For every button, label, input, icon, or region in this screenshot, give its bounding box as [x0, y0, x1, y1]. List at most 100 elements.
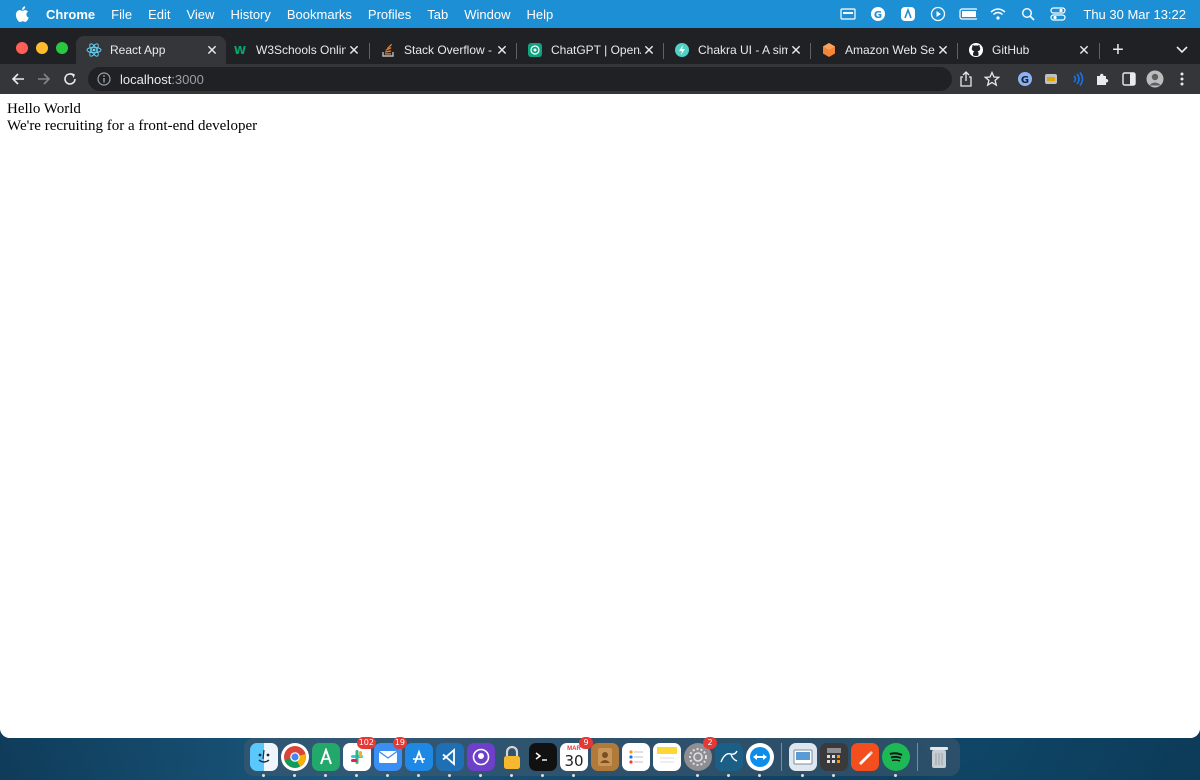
browser-window: React App ✕ W W3Schools Online W ✕ Stack… [0, 28, 1200, 738]
terminal-icon[interactable] [529, 743, 557, 777]
tab-separator [1099, 43, 1100, 59]
tab-aws[interactable]: Amazon Web Servic ✕ [811, 36, 957, 64]
chrome-icon[interactable] [281, 743, 309, 777]
dock-separator [917, 743, 918, 771]
extension-icon[interactable] [1041, 69, 1061, 89]
extensions-puzzle-icon[interactable] [1093, 69, 1113, 89]
dock-separator [781, 743, 782, 771]
keyboard-input-icon[interactable] [839, 6, 857, 22]
menu-file[interactable]: File [103, 7, 140, 22]
menu-view[interactable]: View [178, 7, 222, 22]
menu-help[interactable]: Help [519, 7, 562, 22]
lock-icon[interactable] [498, 743, 526, 777]
trash-icon[interactable] [925, 743, 953, 771]
preview-icon[interactable] [789, 743, 817, 777]
tab-close-icon[interactable]: ✕ [935, 42, 951, 58]
finder-icon[interactable] [250, 743, 278, 777]
control-center-icon[interactable] [1049, 6, 1067, 22]
dock: 102 19 MAR 30 9 2 [244, 737, 960, 777]
tab-title: Amazon Web Servic [845, 43, 935, 57]
grammarly-icon[interactable]: G [869, 6, 887, 22]
browser-toolbar: localhost:3000 G [0, 64, 1200, 94]
menu-edit[interactable]: Edit [140, 7, 178, 22]
forward-icon[interactable] [34, 69, 54, 89]
tab-title: Chakra UI - A simple [698, 43, 788, 57]
tab-github[interactable]: GitHub ✕ [958, 36, 1098, 64]
tab-w3schools[interactable]: W W3Schools Online W ✕ [222, 36, 368, 64]
notification-badge: 102 [356, 737, 376, 749]
app-store-status-icon[interactable] [899, 6, 917, 22]
chakra-icon [674, 42, 690, 58]
tab-title: React App [110, 43, 166, 57]
slack-icon[interactable]: 102 [343, 737, 376, 777]
wireless-extension-icon[interactable] [1067, 69, 1087, 89]
tab-title: Stack Overflow - Wh [404, 43, 494, 57]
contacts-icon[interactable] [591, 743, 619, 771]
w3schools-icon: W [232, 42, 248, 58]
tab-close-icon[interactable]: ✕ [788, 42, 804, 58]
status-area: G Thu 30 Mar 13:22 [839, 0, 1186, 28]
back-icon[interactable] [8, 69, 28, 89]
sketch-pen-icon[interactable] [851, 743, 879, 771]
grammarly-extension-icon[interactable]: G [1015, 69, 1035, 89]
vscode-icon[interactable] [436, 743, 464, 777]
calendar-icon[interactable]: MAR 30 9 [560, 737, 593, 777]
page-content: Hello World We're recruiting for a front… [0, 94, 1200, 738]
search-icon[interactable] [1019, 6, 1037, 22]
window-close-button[interactable] [16, 42, 28, 54]
tab-close-icon[interactable]: ✕ [1076, 42, 1092, 58]
app-store-icon[interactable] [405, 743, 433, 777]
url-host: localhost [120, 71, 172, 87]
play-icon[interactable] [929, 6, 947, 22]
apple-icon[interactable] [14, 6, 30, 22]
tab-close-icon[interactable]: ✕ [204, 42, 220, 58]
wifi-icon[interactable] [989, 6, 1007, 22]
menu-history[interactable]: History [222, 7, 278, 22]
tab-close-icon[interactable]: ✕ [494, 42, 510, 58]
window-controls [16, 42, 68, 54]
calculator-icon[interactable] [820, 743, 848, 777]
tab-close-icon[interactable]: ✕ [346, 42, 362, 58]
chevron-down-icon[interactable] [1174, 42, 1190, 58]
hello-text: Hello World [7, 101, 81, 117]
menu-bar: Chrome File Edit View History Bookmarks … [0, 0, 1200, 28]
recruiting-text: We're recruiting for a front-end develop… [7, 118, 258, 134]
side-panel-icon[interactable] [1119, 69, 1139, 89]
teamviewer-icon[interactable] [746, 743, 774, 777]
notes-icon[interactable] [653, 743, 681, 771]
share-icon[interactable] [956, 69, 976, 89]
menu-tab[interactable]: Tab [419, 7, 456, 22]
menu-clock[interactable]: Thu 30 Mar 13:22 [1083, 7, 1186, 22]
window-minimize-button[interactable] [36, 42, 48, 54]
android-studio-icon[interactable] [312, 743, 340, 777]
site-info-icon[interactable] [96, 71, 112, 87]
mail-icon[interactable]: 19 [374, 737, 407, 777]
tab-stackoverflow[interactable]: Stack Overflow - Wh ✕ [370, 36, 516, 64]
profile-avatar[interactable] [1145, 69, 1165, 89]
bookmark-star-icon[interactable] [982, 69, 1002, 89]
battery-icon[interactable] [959, 6, 978, 22]
spotify-icon[interactable] [882, 743, 910, 777]
tab-title: GitHub [992, 43, 1030, 57]
menu-bookmarks[interactable]: Bookmarks [279, 7, 360, 22]
menu-app-name[interactable]: Chrome [44, 7, 103, 22]
reminders-icon[interactable] [622, 743, 650, 771]
github-desktop-icon[interactable] [467, 743, 495, 777]
tab-close-icon[interactable]: ✕ [641, 42, 657, 58]
more-menu-icon[interactable] [1172, 69, 1192, 89]
tab-react-app[interactable]: React App ✕ [76, 36, 226, 64]
menu-window[interactable]: Window [456, 7, 518, 22]
tab-chatgpt[interactable]: ChatGPT | OpenAI ✕ [517, 36, 663, 64]
mysql-workbench-icon[interactable] [715, 743, 743, 777]
reload-icon[interactable] [60, 69, 80, 89]
new-tab-button[interactable]: + [1108, 40, 1128, 60]
openai-icon [527, 42, 543, 58]
window-maximize-button[interactable] [56, 42, 68, 54]
svg-text:G: G [1021, 75, 1029, 86]
tab-chakra-ui[interactable]: Chakra UI - A simple ✕ [664, 36, 810, 64]
menu-profiles[interactable]: Profiles [360, 7, 419, 22]
system-settings-icon[interactable]: 2 [684, 737, 717, 777]
address-bar[interactable]: localhost:3000 [88, 67, 952, 91]
url-port: :3000 [171, 71, 204, 87]
aws-icon [821, 42, 837, 58]
